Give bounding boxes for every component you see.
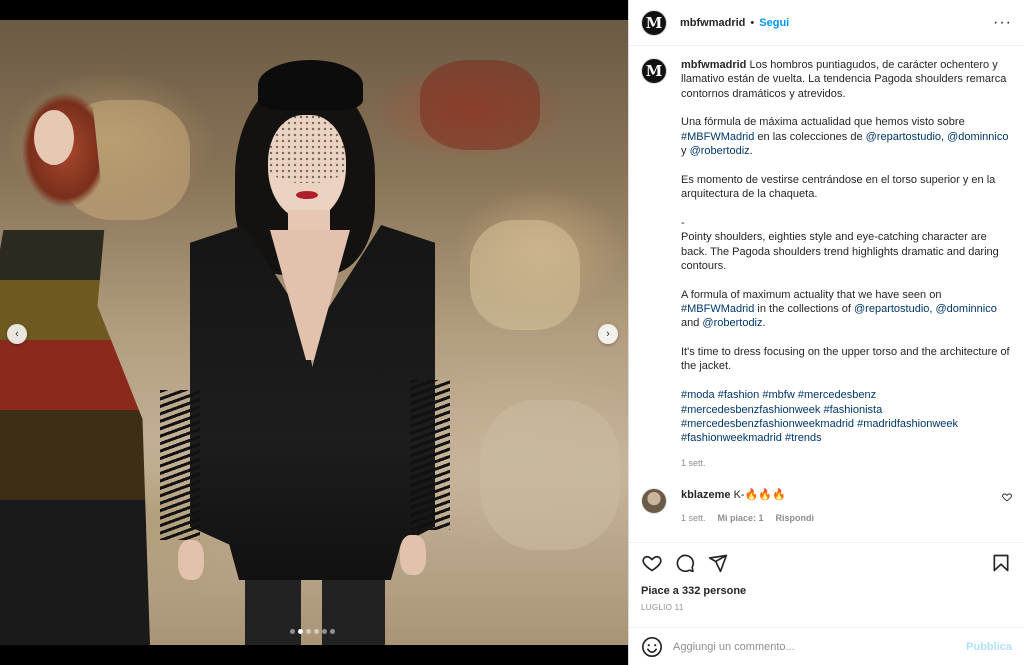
mention-link[interactable]: @dominnico	[947, 131, 1008, 143]
chevron-right-icon: ›	[606, 328, 610, 340]
caption-text-span: .	[749, 145, 753, 158]
comment-likes[interactable]: Mi piace: 1	[718, 513, 764, 523]
comment-timestamp[interactable]: 1 sett.	[681, 513, 706, 523]
caption-paragraph: Una fórmula de máxima actualidad que hem…	[681, 115, 1011, 158]
mention-link[interactable]: @repartostudio	[866, 131, 941, 143]
hashtag-link[interactable]: #mbfw	[762, 389, 794, 401]
caption-paragraph: Es momento de vestirse centrándose en el…	[681, 173, 996, 201]
publish-button[interactable]: Pubblica	[966, 641, 1012, 653]
caption-text-span: Una fórmula de máxima actualidad que hem…	[681, 116, 965, 129]
model-legs	[245, 580, 385, 645]
carousel-dot	[322, 629, 327, 634]
model-hand	[178, 540, 204, 580]
chevron-left-icon: ‹	[15, 328, 19, 340]
hashtag-link[interactable]: #mercedesbenzfashionweekmadrid	[681, 418, 854, 430]
more-options-icon[interactable]: ···	[993, 14, 1012, 32]
carousel-dot	[298, 629, 303, 634]
caption-paragraph: mbfwmadrid Los hombros puntiagudos, de c…	[681, 58, 1011, 101]
caption-paragraph: Pointy shoulders, eighties style and eye…	[681, 231, 999, 272]
model-veil	[262, 108, 352, 183]
mention-link[interactable]: @dominnico	[936, 303, 997, 315]
hashtag-link[interactable]: #mercedesbenzfashionweek	[681, 404, 820, 416]
model-feather-cuff	[160, 390, 200, 540]
carousel-dot	[306, 629, 311, 634]
carousel-prev-button[interactable]: ‹	[7, 324, 27, 344]
post-date[interactable]: LUGLIO 11	[641, 603, 1012, 612]
comment-like-heart-icon[interactable]	[1002, 492, 1012, 505]
reply-button[interactable]: Rispondi	[776, 513, 815, 523]
header-username[interactable]: mbfwmadrid	[680, 17, 745, 29]
carousel-next-button[interactable]: ›	[598, 324, 618, 344]
carousel-dot	[290, 629, 295, 634]
caption-username[interactable]: mbfwmadrid	[681, 59, 746, 71]
comment-item: kblazeme K-🔥🔥🔥 1 sett. Mi piace: 1 Rispo…	[641, 488, 1012, 523]
comment-input[interactable]	[673, 640, 967, 653]
hashtag-link[interactable]: #fashionweekmadrid	[681, 432, 782, 444]
hashtag-link[interactable]: #fashionista	[823, 404, 882, 416]
caption: M mbfwmadrid Los hombros puntiagudos, de…	[641, 58, 1012, 470]
caption-paragraph: It's time to dress focusing on the upper…	[681, 346, 1010, 373]
model-feather-cuff	[410, 380, 450, 530]
instagram-post-viewer: ‹ › M mbfwmadrid • Segui ··· M mbfwmadri…	[0, 0, 1024, 665]
header-separator: •	[750, 16, 755, 29]
post-panel: M mbfwmadrid • Segui ··· M mbfwmadrid Lo…	[628, 0, 1024, 665]
post-media: ‹ ›	[0, 0, 628, 665]
model-headpiece	[258, 60, 363, 110]
caption-paragraph: -	[681, 216, 685, 229]
tapestry-detail	[470, 220, 580, 330]
caption-avatar-wrap: M	[641, 58, 667, 470]
like-heart-icon[interactable]	[641, 552, 663, 574]
like-count[interactable]: Piace a 332 persone	[641, 585, 1012, 597]
hashtag-link[interactable]: #MBFWMadrid	[681, 303, 754, 315]
background-model-face	[34, 110, 74, 165]
caption-text: mbfwmadrid Los hombros puntiagudos, de c…	[681, 58, 1011, 470]
comment-text: kblazeme K-🔥🔥🔥	[681, 488, 981, 502]
runway-model	[150, 20, 450, 645]
emoji-smiley-icon[interactable]	[641, 636, 663, 658]
carousel-indicator	[290, 629, 335, 634]
tapestry-detail	[480, 400, 620, 550]
avatar[interactable]	[641, 488, 667, 515]
caption-text-span: .	[762, 317, 766, 330]
post-header: M mbfwmadrid • Segui ···	[629, 0, 1024, 46]
comments-section[interactable]: M mbfwmadrid Los hombros puntiagudos, de…	[629, 46, 1024, 542]
model-hand	[400, 535, 426, 575]
carousel-dot	[330, 629, 335, 634]
hashtag-link[interactable]: #mercedesbenz	[798, 389, 876, 401]
comment-bubble-icon[interactable]	[674, 552, 696, 574]
caption-text-span: en las colecciones de	[754, 130, 866, 143]
hashtag-link[interactable]: #fashion	[718, 389, 760, 401]
follow-button[interactable]: Segui	[759, 17, 789, 29]
hashtag-list: #moda #fashion #mbfw #mercedesbenz #merc…	[681, 388, 1011, 445]
carousel-dot	[314, 629, 319, 634]
hashtag-link[interactable]: #trends	[785, 432, 822, 444]
mention-link[interactable]: @repartostudio	[854, 303, 929, 315]
action-bar	[641, 543, 1012, 583]
comment-body: kblazeme K-🔥🔥🔥 1 sett. Mi piace: 1 Rispo…	[681, 488, 981, 523]
caption-text-span: in the collections of	[754, 303, 855, 316]
caption-text-span: A formula of maximum actuality that we h…	[681, 288, 942, 301]
hashtag-link[interactable]: #MBFWMadrid	[681, 131, 754, 143]
caption-paragraph: A formula of maximum actuality that we h…	[681, 288, 1011, 331]
avatar[interactable]: M	[641, 58, 667, 84]
share-paper-plane-icon[interactable]	[707, 552, 729, 574]
comment-meta: 1 sett. Mi piace: 1 Rispondi	[681, 513, 981, 523]
caption-timestamp[interactable]: 1 sett.	[681, 456, 1011, 470]
comment-username[interactable]: kblazeme	[681, 489, 731, 501]
comment-content: K-🔥🔥🔥	[733, 489, 786, 502]
hashtag-link[interactable]: #madridfashionweek	[857, 418, 958, 430]
mention-link[interactable]: @robertodiz	[702, 317, 762, 329]
post-actions: Piace a 332 persone LUGLIO 11	[629, 542, 1024, 627]
model-lips	[296, 191, 318, 199]
add-comment-bar: Pubblica	[629, 627, 1024, 665]
avatar[interactable]: M	[641, 9, 667, 36]
hashtag-link[interactable]: #moda	[681, 389, 715, 401]
post-photo	[0, 20, 628, 645]
caption-text-span: and	[681, 317, 703, 330]
caption-text-span: y	[681, 145, 690, 158]
bookmark-icon[interactable]	[990, 552, 1012, 574]
mention-link[interactable]: @robertodiz	[690, 145, 750, 157]
